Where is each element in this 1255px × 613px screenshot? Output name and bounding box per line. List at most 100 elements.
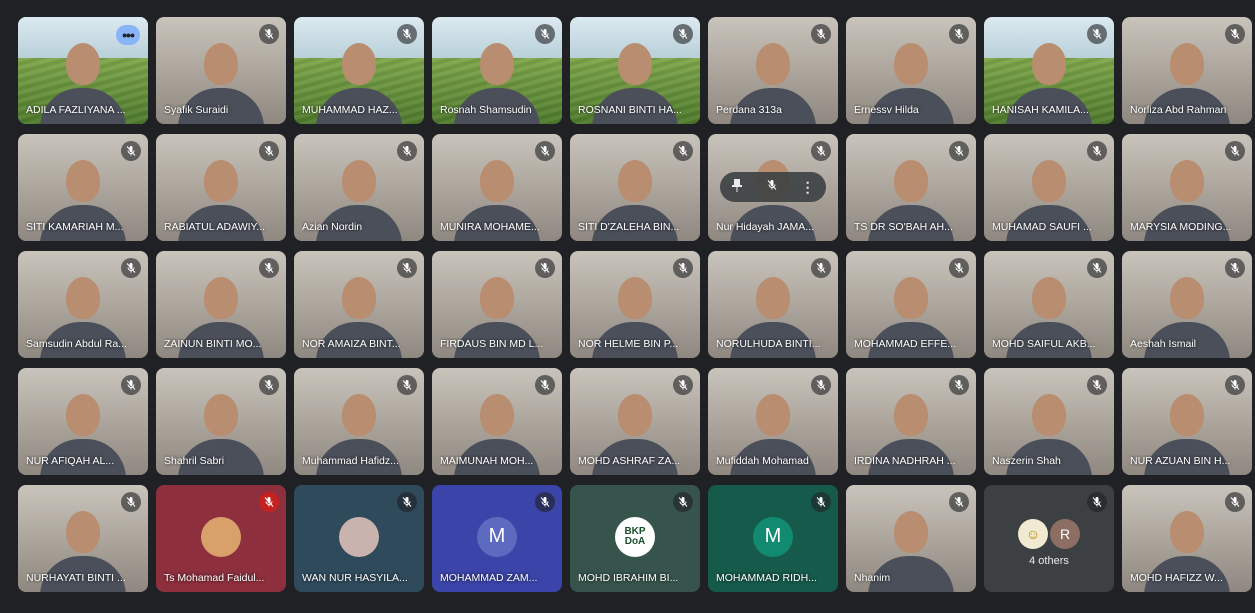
participant-tile[interactable]: HANISAH KAMILA... <box>984 17 1114 124</box>
participant-name: Syafik Suraidi <box>164 104 229 116</box>
participant-tile[interactable]: MAIMUNAH MOH... <box>432 368 562 475</box>
participant-face <box>1170 276 1204 319</box>
participant-name: MOHAMMAD RIDH... <box>716 572 817 584</box>
muted-mic-icon <box>535 258 555 278</box>
muted-mic-icon <box>1087 492 1107 512</box>
participant-tile[interactable]: Aeshah Ismail <box>1122 251 1252 358</box>
participant-tile[interactable]: Shahril Sabri <box>156 368 286 475</box>
participant-tile[interactable]: MUNIRA MOHAME... <box>432 134 562 241</box>
participant-name: NURHAYATI BINTI ... <box>26 572 126 584</box>
participant-tile[interactable]: Ernessv Hilda <box>846 17 976 124</box>
participant-tile[interactable]: ⋮ Nur Hidayah JAMA... <box>708 134 838 241</box>
participant-name: Muhammad Hafidz... <box>302 455 399 467</box>
participant-name: Azian Nordin <box>302 221 363 233</box>
participant-face <box>204 276 238 319</box>
participant-tile[interactable]: MUHAMMAD HAZ... <box>294 17 424 124</box>
participant-name: WAN NUR HASYILA... <box>302 572 408 584</box>
participant-tile[interactable]: RABIATUL ADAWIY... <box>156 134 286 241</box>
participant-tile[interactable]: MOHD ASHRAF ZA... <box>570 368 700 475</box>
participant-face <box>342 159 376 202</box>
participant-tile[interactable]: IRDINA NADHRAH ... <box>846 368 976 475</box>
avatar: BKP DoA <box>615 516 655 557</box>
muted-mic-icon <box>121 258 141 278</box>
participant-face <box>342 42 376 85</box>
participant-tile[interactable]: TS DR SO'BAH AH... <box>846 134 976 241</box>
participant-tile[interactable]: MOHAMMAD EFFE... <box>846 251 976 358</box>
participant-tile[interactable]: M MOHAMMAD RIDH... <box>708 485 838 592</box>
muted-mic-icon <box>673 258 693 278</box>
participant-tile[interactable]: Azian Nordin <box>294 134 424 241</box>
participant-name: NUR AFIQAH AL... <box>26 455 115 467</box>
participant-tile[interactable]: Mufiddah Mohamad <box>708 368 838 475</box>
participant-name: NUR AZUAN BIN H... <box>1130 455 1231 467</box>
participant-face <box>1170 42 1204 85</box>
participant-tile[interactable]: SITI KAMARIAH M... <box>18 134 148 241</box>
participant-face <box>1032 393 1066 436</box>
participant-tile[interactable]: Norliza Abd Rahman <box>1122 17 1252 124</box>
participant-tile[interactable]: NORULHUDA BINTI... <box>708 251 838 358</box>
participant-name: HANISAH KAMILA... <box>992 104 1089 116</box>
participant-tile[interactable]: ROSNANI BINTI HA... <box>570 17 700 124</box>
smiley-avatar-icon: ☺ <box>1018 519 1048 549</box>
participant-name: Aeshah Ismail <box>1130 338 1196 350</box>
participant-face <box>756 393 790 436</box>
participant-tile[interactable]: Rosnah Shamsudin <box>432 17 562 124</box>
pin-icon[interactable] <box>731 178 743 197</box>
muted-mic-icon <box>673 492 693 512</box>
participant-face <box>756 42 790 85</box>
participant-name: Samsudin Abdul Ra... <box>26 338 127 350</box>
participant-name: MARYSIA MODING... <box>1130 221 1232 233</box>
participant-tile[interactable]: FIRDAUS BIN MD L... <box>432 251 562 358</box>
muted-mic-icon <box>397 492 417 512</box>
participant-tile[interactable]: ••• ADILA FAZLIYANA ... <box>18 17 148 124</box>
participant-tile[interactable]: MOHD HAFIZZ W... <box>1122 485 1252 592</box>
muted-mic-icon <box>1087 141 1107 161</box>
participant-face <box>1170 510 1204 553</box>
participant-tile[interactable]: ZAINUN BINTI MO... <box>156 251 286 358</box>
muted-mic-icon <box>811 141 831 161</box>
participant-tile[interactable]: Syafik Suraidi <box>156 17 286 124</box>
muted-mic-icon <box>259 141 279 161</box>
participant-name: MOHD ASHRAF ZA... <box>578 455 681 467</box>
participant-name: IRDINA NADHRAH ... <box>854 455 956 467</box>
participant-tile[interactable]: BKP DoA MOHD IBRAHIM BI... <box>570 485 700 592</box>
participant-tile[interactable]: M MOHAMMAD ZAM... <box>432 485 562 592</box>
participant-name: Ernessv Hilda <box>854 104 919 116</box>
participant-tile[interactable]: Perdana 313a <box>708 17 838 124</box>
participant-tile[interactable]: NOR HELME BIN P... <box>570 251 700 358</box>
muted-mic-icon <box>949 492 969 512</box>
participant-tile[interactable]: WAN NUR HASYILA... <box>294 485 424 592</box>
participant-tile[interactable]: NUR AZUAN BIN H... <box>1122 368 1252 475</box>
participant-face <box>618 393 652 436</box>
participant-tile[interactable]: NURHAYATI BINTI ... <box>18 485 148 592</box>
participant-name: MOHAMMAD EFFE... <box>854 338 957 350</box>
participant-face <box>1032 42 1066 85</box>
more-options-button[interactable]: ••• <box>116 25 140 45</box>
participant-face <box>480 159 514 202</box>
participant-tile[interactable]: Naszerin Shah <box>984 368 1114 475</box>
muted-mic-icon <box>673 24 693 44</box>
participant-tile[interactable]: NUR AFIQAH AL... <box>18 368 148 475</box>
participant-tile[interactable]: Samsudin Abdul Ra... <box>18 251 148 358</box>
participant-face <box>66 276 100 319</box>
participant-tile[interactable]: SITI D'ZALEHA BIN... <box>570 134 700 241</box>
participant-name: MOHD HAFIZZ W... <box>1130 572 1223 584</box>
more-options-icon[interactable]: ⋮ <box>801 180 815 194</box>
avatar-initial: R <box>1050 519 1080 549</box>
muted-mic-icon <box>397 375 417 395</box>
participant-tile[interactable]: Muhammad Hafidz... <box>294 368 424 475</box>
mute-icon[interactable] <box>766 178 778 196</box>
participant-tile[interactable]: Nhanim <box>846 485 976 592</box>
participant-name: MOHAMMAD ZAM... <box>440 572 538 584</box>
participant-tile[interactable]: NOR AMAIZA BINT... <box>294 251 424 358</box>
participant-name: Ts Mohamad Faidul... <box>164 572 265 584</box>
muted-mic-icon <box>1225 258 1245 278</box>
avatar <box>339 516 379 557</box>
muted-mic-icon <box>1087 24 1107 44</box>
participant-face <box>66 42 100 85</box>
participant-tile[interactable]: ☺ R 4 others <box>984 485 1114 592</box>
participant-tile[interactable]: Ts Mohamad Faidul... <box>156 485 286 592</box>
participant-tile[interactable]: MUHAMAD SAUFI ... <box>984 134 1114 241</box>
participant-tile[interactable]: MARYSIA MODING... <box>1122 134 1252 241</box>
participant-tile[interactable]: MOHD SAIFUL AKB... <box>984 251 1114 358</box>
